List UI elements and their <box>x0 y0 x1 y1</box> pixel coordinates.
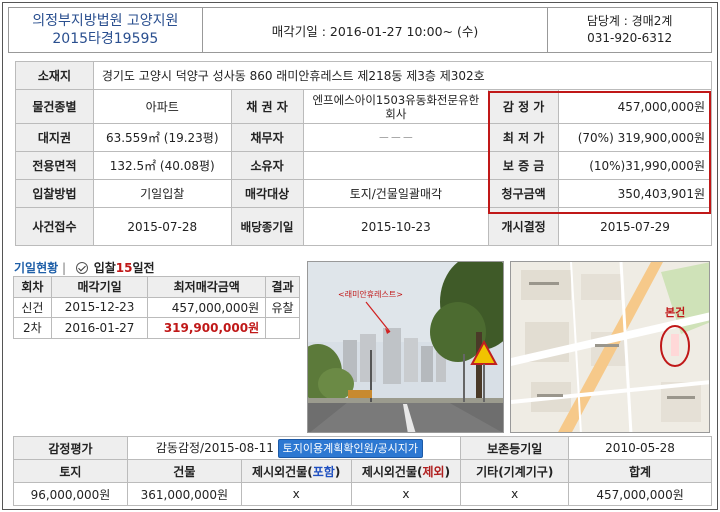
total-value: 457,000,000원 <box>568 482 712 506</box>
start-label: 개시결정 <box>488 207 560 246</box>
property-photo[interactable]: <래미안휴레스트> <box>307 261 504 433</box>
address-label: 소재지 <box>15 61 94 90</box>
appraisal-table: 감정평가 감동감정/2015-08-11 토지이용계획확인원/공시지가 보존등기… <box>13 436 712 506</box>
map-badge: 본건 <box>665 305 685 319</box>
appraisal-info-cell: 감동감정/2015-08-11 토지이용계획확인원/공시지가 <box>126 436 462 460</box>
check-circle-icon <box>75 262 88 274</box>
etc-header: 기타(기계기구) <box>460 459 570 483</box>
total-header: 합계 <box>568 459 712 483</box>
preserve-date: 2010-05-28 <box>568 436 712 460</box>
claim-label: 청구금액 <box>488 179 560 208</box>
start-value: 2015-07-29 <box>558 207 712 246</box>
deposit-label: 보 증 금 <box>488 151 560 180</box>
history-title[interactable]: 기일현황 <box>14 261 58 275</box>
filed-value: 2015-07-28 <box>92 207 232 246</box>
court-name: 의정부지방법원 고양지원 <box>32 13 179 29</box>
min-price-pct: (70%) <box>577 131 614 145</box>
history-title-bar: 기일현황 | 입찰15일전 <box>14 259 155 276</box>
sale-target-value: 토지/건물일괄매각 <box>302 179 490 208</box>
min-price-label: 최 저 가 <box>488 123 560 152</box>
debtor-value: －－－ <box>302 123 490 152</box>
appraisal-value: 457,000,000원 <box>558 89 712 124</box>
land-value: 96,000,000원 <box>13 482 128 506</box>
sale-target-label: 매각대상 <box>230 179 304 208</box>
type-label: 물건종별 <box>15 89 94 124</box>
owner-label: 소유자 <box>230 151 304 180</box>
history-header-result: 결과 <box>265 276 300 298</box>
preserve-label: 보존등기일 <box>460 436 570 460</box>
land-right-label: 대지권 <box>15 123 94 152</box>
filed-label: 사건접수 <box>15 207 94 246</box>
photo-label: <래미안휴레스트> <box>338 289 403 299</box>
staff-dept: 담당계 : 경매2계 <box>586 14 673 28</box>
owner-value <box>302 151 490 180</box>
table-row: 신건 2015-12-23 457,000,000원 유찰 <box>13 296 300 318</box>
etc-value: x <box>460 482 570 506</box>
area-value: 132.5㎡ (40.08평) <box>92 151 232 180</box>
creditor-label: 채 권 자 <box>230 89 304 124</box>
case-number: 2015타경19595 <box>52 31 159 47</box>
street-photo-image: <래미안휴레스트> <box>308 262 503 432</box>
court-cell: 의정부지방법원 고양지원 2015타경19595 <box>8 7 203 53</box>
location-map[interactable]: 본건 <box>510 261 710 433</box>
debtor-label: 채무자 <box>230 123 304 152</box>
min-price-value: 319,900,000원 <box>617 131 705 145</box>
extra-excluded-value: x <box>350 482 462 506</box>
extra-included-value: x <box>240 482 352 506</box>
staff-phone: 031-920-6312 <box>587 31 673 45</box>
creditor-value: 엔프에스아이1503유동화전문유한회사 <box>302 89 490 124</box>
area-label: 전용면적 <box>15 151 94 180</box>
bid-countdown: 입찰15일전 <box>93 261 155 275</box>
appraisal-info: 감동감정/2015-08-11 <box>155 440 274 455</box>
building-value: 361,000,000원 <box>126 482 242 506</box>
land-right-value: 63.559㎡ (19.23평) <box>92 123 232 152</box>
property-info-table: 소재지 경기도 고양시 덕양구 성사동 860 래미안휴레스트 제218동 제3… <box>15 61 713 246</box>
result-cell <box>265 317 300 339</box>
history-header-round: 회차 <box>13 276 52 298</box>
land-header: 토지 <box>13 459 128 483</box>
map-image: 본건 <box>511 262 709 432</box>
appraisal-label: 감정평가 <box>13 436 128 460</box>
date-cell: 2015-12-23 <box>50 296 149 318</box>
sale-date: 매각기일 : 2016-01-27 10:00~ (수) <box>201 7 549 53</box>
deposit-value: (10%)31,990,000원 <box>558 151 712 180</box>
extra-included-header: 제시외건물(포함) <box>240 459 352 483</box>
bid-method-value: 기일입찰 <box>92 179 232 208</box>
extra-excluded-header: 제시외건물(제외) <box>350 459 462 483</box>
address-value: 경기도 고양시 덕양구 성사동 860 래미안휴레스트 제218동 제3층 제3… <box>92 61 713 90</box>
result-cell: 유찰 <box>265 296 300 318</box>
appraisal-label: 감 정 가 <box>488 89 560 124</box>
bid-method-label: 입찰방법 <box>15 179 94 208</box>
case-header: 의정부지방법원 고양지원 2015타경19595 매각기일 : 2016-01-… <box>8 7 712 53</box>
dividend-label: 배당종기일 <box>230 207 304 246</box>
history-header-price: 최저매각금액 <box>147 276 267 298</box>
price-cell: 319,900,000원 <box>147 317 267 339</box>
round-cell: 2차 <box>13 317 52 339</box>
round-cell: 신건 <box>13 296 52 318</box>
building-header: 건물 <box>126 459 242 483</box>
land-use-plan-button[interactable]: 토지이용계획확인원/공시지가 <box>277 438 423 458</box>
min-price-cell: (70%) 319,900,000원 <box>558 123 712 152</box>
dividend-value: 2015-10-23 <box>302 207 490 246</box>
history-header-date: 매각기일 <box>50 276 149 298</box>
price-cell: 457,000,000원 <box>147 296 267 318</box>
table-row: 2차 2016-01-27 319,900,000원 <box>13 317 300 339</box>
history-table: 회차 매각기일 최저매각금액 결과 신건 2015-12-23 457,000,… <box>13 276 300 339</box>
claim-value: 350,403,901원 <box>558 179 712 208</box>
staff-cell: 담당계 : 경매2계 031-920-6312 <box>547 7 712 53</box>
title-separator: | <box>62 261 67 275</box>
date-cell: 2016-01-27 <box>50 317 149 339</box>
type-value: 아파트 <box>92 89 232 124</box>
